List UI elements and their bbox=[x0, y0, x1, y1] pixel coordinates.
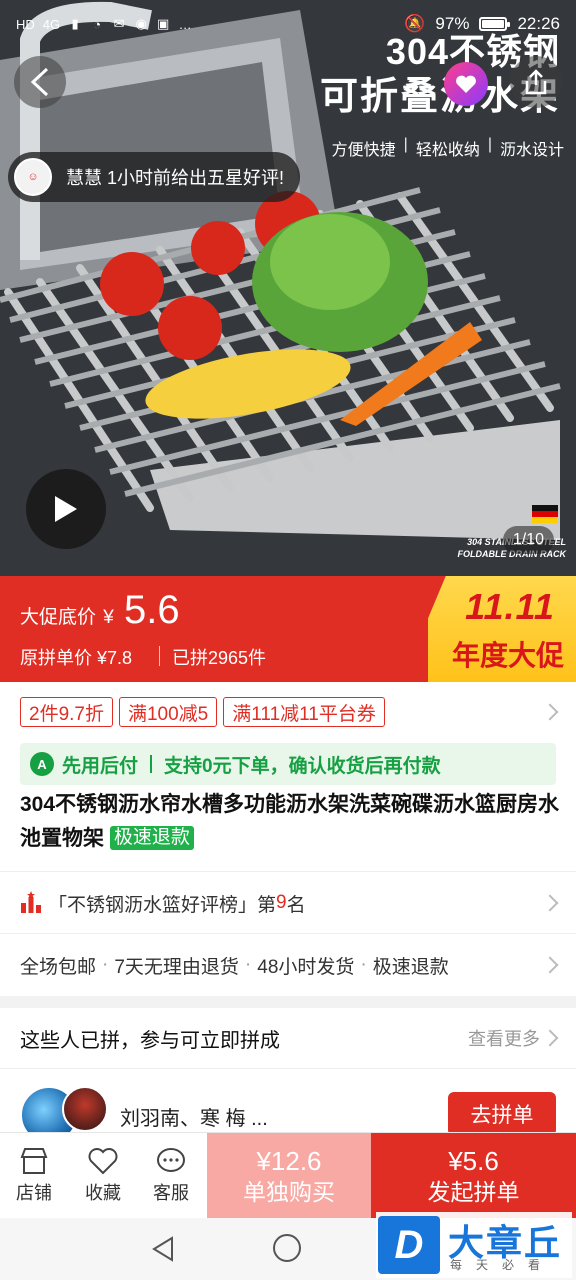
group-buy-heading: 这些人已拼，参与可立即拼成 bbox=[20, 1029, 280, 1052]
product-title-text: 304不锈钢沥水帘水槽多功能沥水架洗菜碗碟沥水篮厨房水池置物架 bbox=[20, 793, 560, 850]
ranking-suffix: 名 bbox=[286, 894, 306, 916]
ranking-row[interactable]: 「不锈钢沥水篮好评榜」第 9 名 bbox=[0, 872, 576, 934]
join-group-button[interactable]: 去拼单 bbox=[448, 1092, 556, 1136]
ranking-number: 9 bbox=[276, 892, 287, 913]
group-member-names: 刘羽南、寒 梅 ... bbox=[120, 1108, 268, 1130]
coupon-tag[interactable]: 2件9.7折 bbox=[20, 697, 113, 727]
play-video-button[interactable] bbox=[26, 469, 106, 549]
service-item: 48小时发货 bbox=[257, 956, 355, 978]
heart-outline-icon bbox=[88, 1148, 118, 1175]
double-eleven-badge: 11.11 年度大促 bbox=[428, 576, 576, 682]
price-divider bbox=[159, 646, 160, 666]
original-group-price: 原拼单价 ¥7.8 bbox=[20, 648, 133, 668]
event-date: 11.11 bbox=[465, 586, 555, 627]
chevron-right-icon[interactable] bbox=[541, 1029, 559, 1047]
favorite-badge-icon[interactable] bbox=[444, 62, 488, 106]
battery-icon bbox=[479, 17, 511, 31]
start-group-buy-button[interactable]: ¥5.6 发起拼单 bbox=[371, 1133, 576, 1219]
play-icon bbox=[55, 496, 77, 522]
bottom-action-bar: 店铺 收藏 客服 ¥12.6 单独购买 ¥5.6 发起拼单 bbox=[0, 1132, 576, 1219]
back-button[interactable] bbox=[14, 56, 66, 108]
ranking-prefix: 「不锈钢沥水篮好评榜」第 bbox=[48, 894, 277, 916]
nav-home-icon[interactable] bbox=[273, 1234, 301, 1262]
network-type: 4G bbox=[42, 16, 61, 32]
customer-service-tab[interactable]: 客服 bbox=[137, 1133, 205, 1219]
watermark-slogan: 每天必看 bbox=[450, 1258, 555, 1272]
service-item: 全场包邮 bbox=[20, 956, 97, 978]
ranking-icon bbox=[21, 891, 41, 913]
single-price: ¥12.6 bbox=[256, 1146, 322, 1176]
review-text: 慧慧 1小时前给出五星好评! bbox=[66, 168, 285, 188]
group-buy-header: 这些人已拼，参与可立即拼成 查看更多 bbox=[0, 1008, 576, 1068]
chevron-right-icon bbox=[541, 956, 559, 974]
divider bbox=[0, 1068, 576, 1069]
recent-review-toast[interactable]: ☺ 慧慧 1小时前给出五星好评! bbox=[8, 152, 301, 202]
store-icon bbox=[20, 1148, 48, 1174]
sold-count: 已拼2965件 bbox=[172, 648, 267, 668]
customer-service-label: 客服 bbox=[153, 1183, 189, 1203]
heart-icon bbox=[456, 75, 476, 93]
hero-feature: 方便快捷 bbox=[331, 142, 396, 159]
currency-symbol: ¥ bbox=[103, 607, 114, 628]
service-item: 7天无理由退货 bbox=[114, 956, 239, 978]
hero-feature: 轻松收纳 bbox=[415, 142, 480, 159]
germany-flag-icon bbox=[532, 505, 558, 523]
pay-later-icon: A bbox=[30, 752, 54, 776]
watermark-logo-mark: D bbox=[378, 1216, 440, 1274]
service-item: 极速退款 bbox=[372, 956, 449, 978]
hd-indicator: HD bbox=[16, 16, 35, 32]
group-label: 发起拼单 bbox=[427, 1179, 520, 1205]
group-price: ¥5.6 bbox=[448, 1146, 499, 1176]
signal-icon: ▮ bbox=[71, 16, 79, 31]
chevron-right-icon bbox=[541, 894, 559, 912]
hero-feature-list: 方便快捷 | 轻松收纳 | 沥水设计 bbox=[331, 136, 564, 159]
buy-alone-button[interactable]: ¥12.6 单独购买 bbox=[207, 1133, 371, 1219]
more-notifications-icon: … bbox=[178, 16, 192, 32]
store-label: 店铺 bbox=[16, 1183, 52, 1203]
service-guarantees-row[interactable]: 全场包邮 · 7天无理由退货 · 48小时发货 · 极速退款 bbox=[0, 934, 576, 996]
promo-price-label: 大促底价 ¥ bbox=[20, 607, 114, 628]
notification-icon: ✉ bbox=[113, 16, 125, 31]
nav-back-icon[interactable] bbox=[150, 1236, 176, 1262]
chat-icon bbox=[157, 1148, 185, 1172]
weibo-icon: ◉ bbox=[135, 16, 147, 31]
favorite-label: 收藏 bbox=[85, 1183, 121, 1203]
event-name: 年度大促 bbox=[451, 640, 564, 671]
avatar bbox=[62, 1086, 108, 1132]
coupon-tag[interactable]: 满100减5 bbox=[118, 697, 218, 727]
single-label: 单独购买 bbox=[243, 1179, 335, 1205]
store-tab[interactable]: 店铺 bbox=[0, 1133, 68, 1219]
image-page-counter: 1/10 bbox=[502, 526, 554, 554]
app-icon: ▣ bbox=[156, 16, 170, 31]
hero-feature: 沥水设计 bbox=[499, 142, 564, 159]
group-buy-row[interactable]: 刘羽南、寒 梅 ... 去拼单 bbox=[0, 1070, 576, 1144]
price-banner: 大促底价 ¥ 5.6 原拼单价 ¥7.8 已拼2965件 11.11 年度大促 bbox=[0, 576, 576, 682]
product-title: 304不锈钢沥水帘水槽多功能沥水架洗菜碗碟沥水篮厨房水池置物架 极速退款 bbox=[20, 788, 560, 856]
see-more-link[interactable]: 查看更多 bbox=[468, 1025, 540, 1051]
chevron-right-icon bbox=[541, 703, 559, 721]
share-button[interactable] bbox=[510, 56, 562, 108]
section-gap bbox=[0, 996, 576, 1008]
coupon-row[interactable]: 2件9.7折 满100减5 满111减11平台券 bbox=[0, 682, 576, 742]
coupon-tag[interactable]: 满111减11平台券 bbox=[223, 697, 385, 727]
chevron-left-icon bbox=[30, 67, 49, 97]
pay-later-desc: 支持0元下单，确认收货后再付款 bbox=[164, 755, 441, 777]
pay-later-label: 先用后付 bbox=[62, 755, 139, 777]
watermark-logo: D 大章丘 每天必看 bbox=[376, 1212, 572, 1278]
share-icon bbox=[525, 69, 547, 95]
pay-later-divider bbox=[150, 755, 153, 773]
wifi-icon: ◔ bbox=[93, 16, 102, 32]
reviewer-avatar: ☺ bbox=[14, 158, 52, 196]
promo-price-value: 5.6 bbox=[124, 588, 180, 632]
pay-later-banner[interactable]: A 先用后付 支持0元下单，确认收货后再付款 bbox=[20, 743, 556, 785]
fast-refund-tag: 极速退款 bbox=[109, 826, 194, 850]
product-image-carousel[interactable]: HD 4G ▮ ◔ ✉ ◉ ▣ … 🔕 97% 22:26 304不锈钢 可折叠… bbox=[0, 0, 576, 576]
favorite-tab[interactable]: 收藏 bbox=[69, 1133, 137, 1219]
